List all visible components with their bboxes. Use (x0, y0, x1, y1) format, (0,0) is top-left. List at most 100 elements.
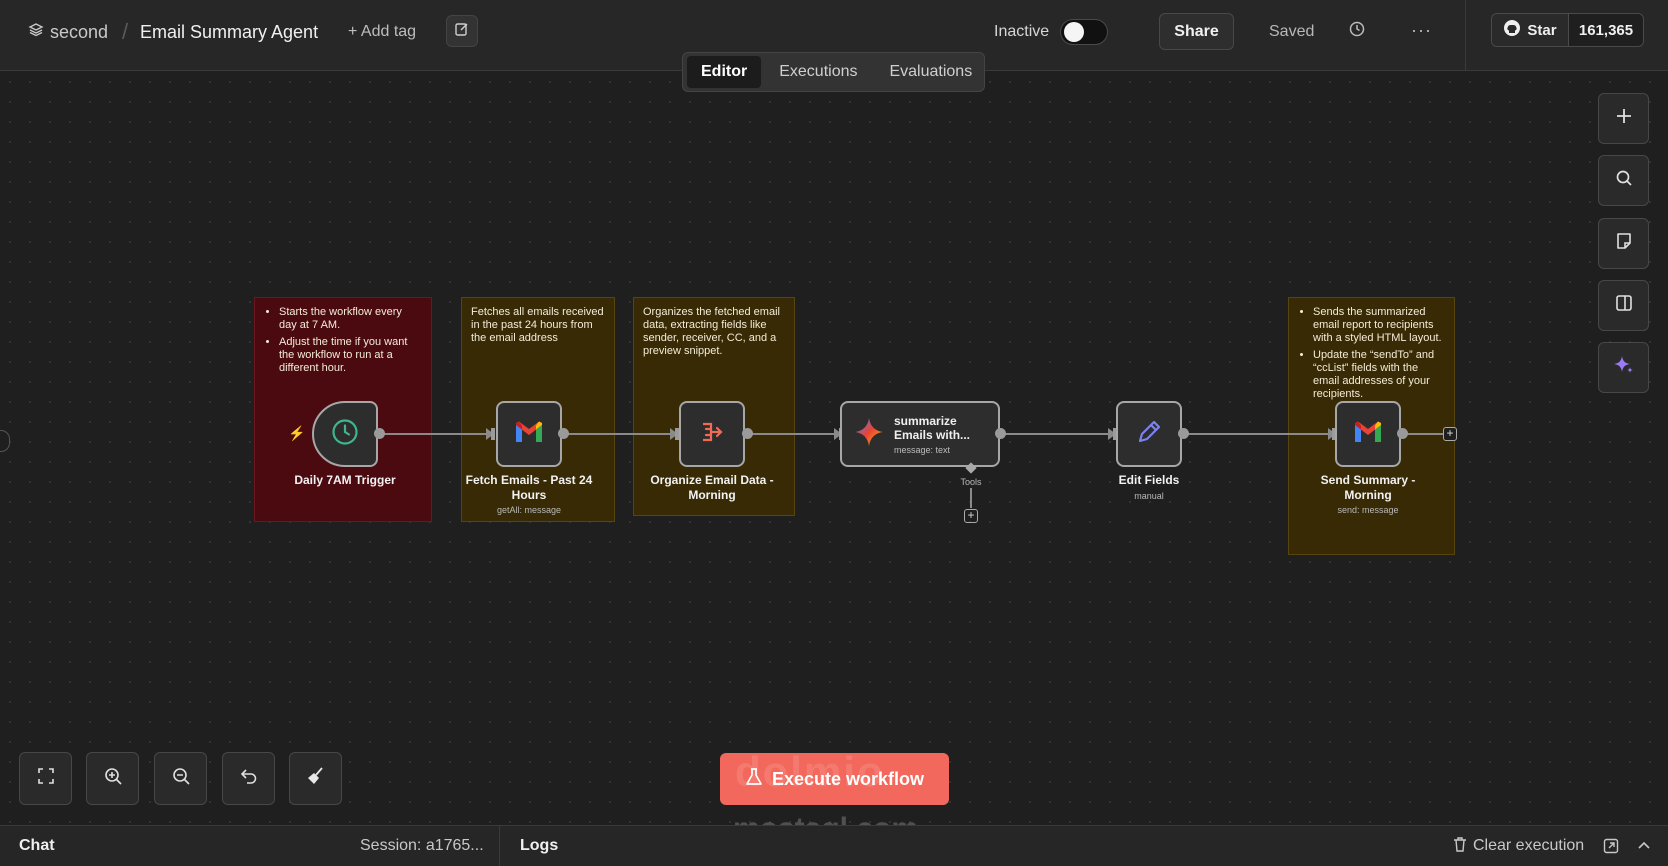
trash-icon (1453, 836, 1467, 857)
node-summarize-emails[interactable]: summarize Emails with... message: text (840, 401, 1000, 467)
panel-icon (1615, 294, 1633, 317)
broom-icon (305, 765, 327, 792)
edit-description-button[interactable] (446, 15, 478, 47)
add-tool-button[interactable]: + (964, 509, 978, 523)
node-title-organize: Organize Email Data - Morning (650, 473, 774, 502)
clear-execution-label: Clear execution (1473, 837, 1585, 854)
watermark-logo: dolmio (735, 748, 885, 795)
clock-icon (331, 418, 359, 451)
lightning-icon: ⚡ (288, 425, 306, 441)
add-sticky-button[interactable] (1598, 218, 1649, 269)
node-organize-data[interactable] (679, 401, 745, 467)
chevron-up-icon[interactable] (1636, 838, 1652, 859)
node-subtitle-fetch: getAll: message (496, 505, 562, 515)
connection-edge[interactable] (564, 433, 674, 435)
add-node-panel-button[interactable] (1598, 93, 1649, 144)
zoom-in-icon (103, 766, 123, 791)
node-title-edit: Edit Fields (1118, 473, 1180, 487)
tab-executions[interactable]: Executions (765, 56, 871, 88)
edit-note-icon (454, 21, 470, 42)
project-name: second (50, 21, 109, 42)
sticky-line: Update the “sendTo” and “ccList” fields … (1313, 349, 1445, 401)
zoom-out-button[interactable] (154, 752, 207, 805)
connection-edge[interactable] (380, 433, 490, 435)
workflow-title[interactable]: Email Summary Agent (140, 0, 318, 64)
node-title-trigger: Daily 7AM Trigger (294, 473, 396, 487)
github-star-count: 161,365 (1569, 14, 1643, 46)
zoom-in-button[interactable] (86, 752, 139, 805)
active-status-label: Inactive (994, 23, 1050, 40)
ai-sparkle-icon (1612, 353, 1636, 382)
fit-view-button[interactable] (19, 752, 72, 805)
output-handle[interactable] (995, 428, 1006, 439)
share-button[interactable]: Share (1159, 13, 1234, 50)
output-handle[interactable] (374, 428, 385, 439)
github-icon (1503, 19, 1521, 41)
undo-button[interactable] (222, 752, 275, 805)
pencil-icon (1135, 418, 1163, 451)
github-star[interactable]: Star (1492, 14, 1569, 46)
tidy-up-button[interactable] (289, 752, 342, 805)
connection-edge[interactable] (1402, 433, 1444, 435)
gemini-sparkle-icon (854, 417, 884, 452)
connection-edge[interactable] (1184, 433, 1334, 435)
tools-connector (970, 488, 972, 508)
undo-icon (239, 766, 259, 791)
breadcrumb-separator: / (122, 19, 129, 44)
node-edit-fields[interactable] (1116, 401, 1182, 467)
gmail-icon (1352, 420, 1384, 449)
node-title-summarize: summarize Emails with... (894, 413, 971, 442)
sticky-text: Fetches all emails received in the past … (471, 306, 604, 344)
node-subtitle-send: send: message (1337, 505, 1399, 515)
header-divider (1465, 0, 1466, 71)
tab-editor[interactable]: Editor (687, 56, 762, 88)
node-daily-trigger[interactable] (312, 401, 378, 467)
connection-edge[interactable] (748, 433, 840, 435)
node-title-fetch: Fetch Emails - Past 24 Hours (465, 473, 593, 502)
search-icon (1615, 169, 1633, 192)
sticky-note-icon (1615, 232, 1633, 255)
add-node-button[interactable]: + (1443, 427, 1457, 441)
history-icon[interactable] (1348, 20, 1366, 43)
node-fetch-emails[interactable] (496, 401, 562, 467)
code-transform-icon (698, 418, 726, 451)
connection-edge[interactable] (1000, 433, 1113, 435)
active-toggle[interactable] (1060, 19, 1108, 45)
bottom-divider (499, 826, 500, 866)
toggle-panel-button[interactable] (1598, 280, 1649, 331)
gmail-icon (513, 420, 545, 449)
sticky-line: Starts the workflow every day at 7 AM. (279, 306, 422, 332)
node-subtitle-edit: manual (1134, 491, 1164, 501)
bottom-panel-bar: Chat Session: a1765... Logs Clear execut… (0, 825, 1668, 866)
output-handle[interactable] (1178, 428, 1189, 439)
output-handle[interactable] (742, 428, 753, 439)
popout-icon[interactable] (1603, 838, 1619, 859)
session-label[interactable]: Session: a1765... (360, 826, 484, 866)
input-handle[interactable] (491, 428, 495, 440)
github-star-button[interactable]: Star 161,365 (1491, 13, 1644, 47)
github-star-label: Star (1527, 21, 1557, 39)
output-handle[interactable] (1397, 428, 1408, 439)
saved-status: Saved (1269, 23, 1315, 40)
fullscreen-icon (37, 767, 55, 790)
tools-label: Tools (960, 477, 982, 487)
layers-icon (28, 22, 44, 43)
node-send-summary[interactable] (1335, 401, 1401, 467)
ai-assistant-button[interactable] (1598, 342, 1649, 393)
breadcrumb-project[interactable]: second (28, 0, 108, 64)
view-tabs: Editor Executions Evaluations (682, 52, 985, 92)
node-subtitle-summarize: message: text (894, 444, 951, 455)
sticky-line: Adjust the time if you want the workflow… (279, 336, 422, 375)
sticky-text: Organizes the fetched email data, extrac… (643, 306, 780, 357)
sticky-line: Sends the summarized email report to rec… (1313, 306, 1445, 345)
tab-evaluations[interactable]: Evaluations (875, 56, 986, 88)
search-nodes-button[interactable] (1598, 155, 1649, 206)
add-tag-button[interactable]: + Add tag (348, 0, 416, 64)
plus-icon (1615, 107, 1633, 130)
output-handle[interactable] (558, 428, 569, 439)
clear-execution-button[interactable]: Clear execution (1453, 826, 1584, 866)
more-options-icon[interactable]: ··· (1411, 20, 1432, 41)
chat-tab[interactable]: Chat (19, 826, 55, 866)
logs-tab[interactable]: Logs (520, 826, 558, 866)
zoom-out-icon (171, 766, 191, 791)
